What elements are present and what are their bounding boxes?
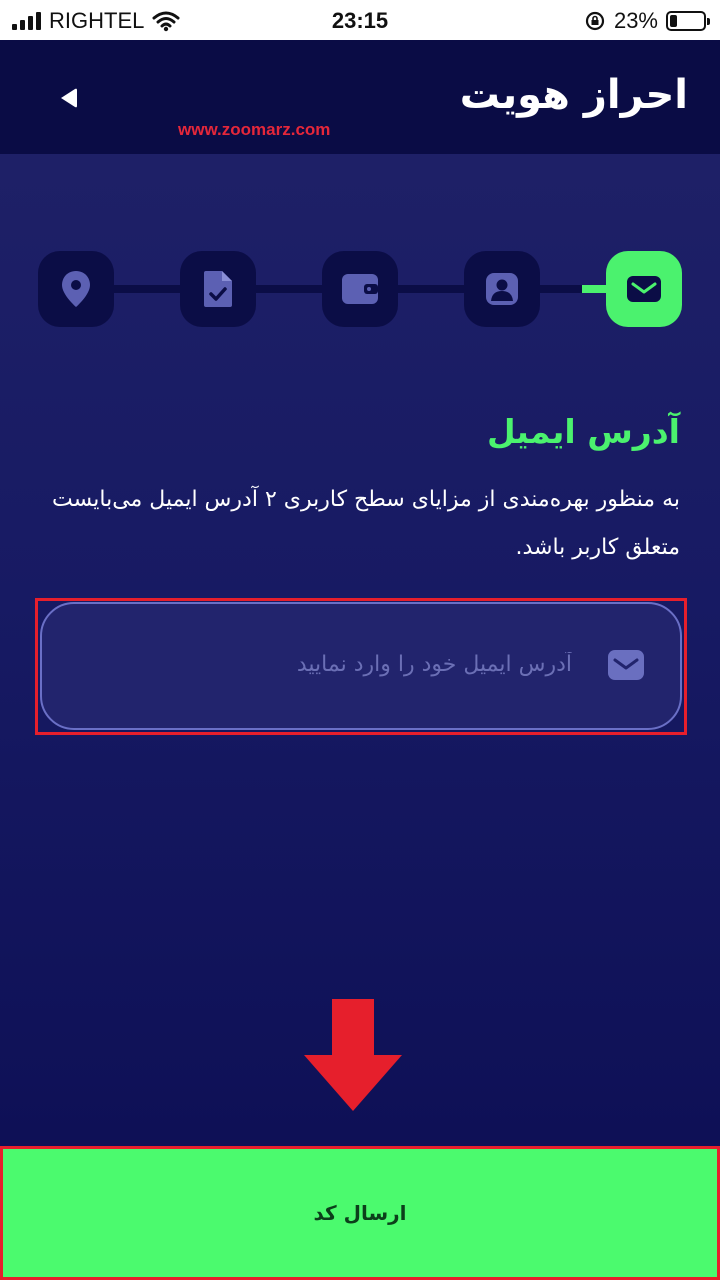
- back-button[interactable]: [48, 78, 88, 118]
- annotation-arrow-icon: [304, 999, 402, 1111]
- app-header: احراز هویت www.zoomarz.com: [0, 40, 720, 154]
- step-location: [38, 251, 114, 327]
- wallet-icon: [342, 274, 378, 304]
- rotation-lock-icon: [585, 11, 605, 31]
- status-right: 23%: [584, 8, 710, 34]
- back-arrow-icon: [61, 88, 77, 108]
- email-icon: [627, 276, 661, 302]
- battery-fill: [670, 15, 677, 27]
- progress-stepper: [0, 249, 720, 329]
- step-email: [606, 251, 682, 327]
- status-bar: RIGHTEL 23:15 23%: [0, 0, 720, 40]
- section-description: به منظور بهره‌مندی از مزایای سطح کاربری …: [52, 487, 680, 560]
- id-card-icon: [486, 273, 518, 305]
- email-input[interactable]: [72, 634, 572, 694]
- step-wallet: [322, 251, 398, 327]
- envelope-icon: [608, 650, 644, 680]
- document-check-icon: [204, 271, 232, 307]
- page-title: احراز هویت: [459, 72, 688, 118]
- step-identity: [464, 251, 540, 327]
- section-title: آدرس ایمیل: [486, 412, 680, 451]
- location-pin-icon: [62, 271, 90, 307]
- email-field[interactable]: [40, 602, 682, 730]
- send-code-button[interactable]: ارسال کد: [3, 1149, 717, 1277]
- battery-icon: [666, 11, 710, 31]
- battery-percent: 23%: [613, 8, 658, 33]
- watermark-text: www.zoomarz.com: [178, 120, 331, 139]
- step-document: [180, 251, 256, 327]
- main-content: آدرس ایمیل به منظور بهره‌مندی از مزایای …: [0, 154, 720, 1146]
